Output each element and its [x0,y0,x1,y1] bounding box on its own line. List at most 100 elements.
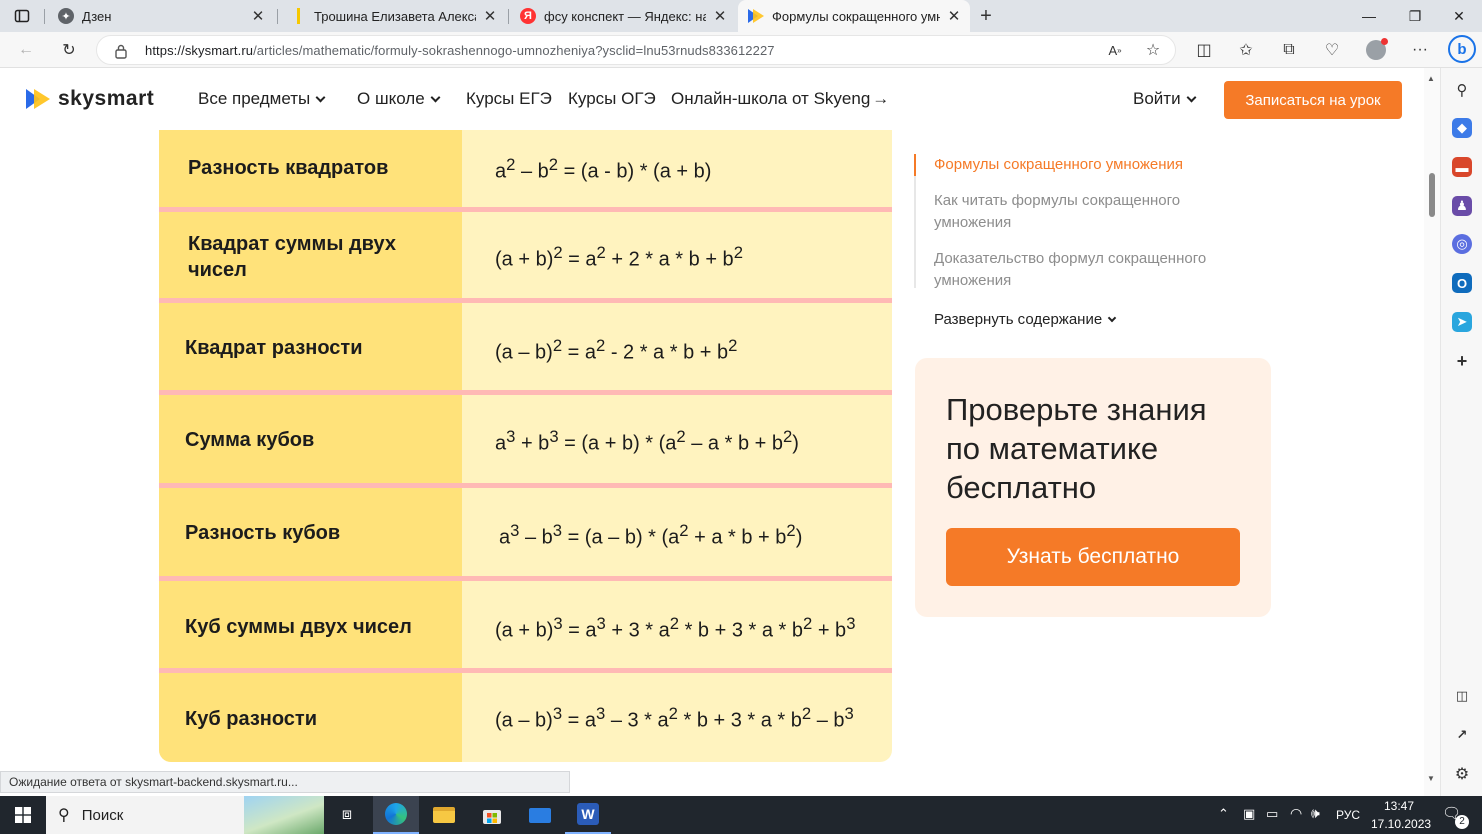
add-sidebar-app-icon[interactable]: + [1452,351,1472,371]
tab-dzen[interactable]: ✦ Дзен ✕ [48,0,274,32]
browser-status-bar: Ожидание ответа от skysmart-backend.skys… [0,771,570,793]
close-tab-icon[interactable]: ✕ [250,7,266,25]
skysmart-logo-icon [26,89,50,109]
table-row: Квадрат суммы двух чисел (a + b)2 = a2 +… [159,212,892,297]
favorites-icon[interactable]: ✩ [1234,38,1258,62]
back-icon[interactable]: ← [14,38,38,62]
clock-time[interactable]: 13:47 [1384,799,1414,813]
restore-icon[interactable]: ❐ [1392,0,1438,32]
volume-icon[interactable]: 🕪 [1311,805,1320,822]
url-text: https://skysmart.ru/articles/mathematic/… [145,43,775,58]
formula-name: Сумма кубов [185,429,315,451]
refresh-icon[interactable]: ↻ [57,38,81,62]
new-tab-icon[interactable]: + [974,4,998,28]
read-aloud-icon[interactable]: A» [1103,38,1127,62]
split-screen-icon[interactable]: ◫ [1192,38,1216,62]
page-scrollbar[interactable]: ▲ ▼ [1424,68,1440,796]
toc-item-formulas[interactable]: Формулы сокращенного умножения [934,154,1234,176]
favorite-star-icon[interactable]: ☆ [1141,38,1165,62]
book-lesson-button[interactable]: Записаться на урок [1224,81,1402,119]
close-tab-icon[interactable]: ✕ [712,7,728,25]
tab-yandex[interactable]: Я фсу конспект — Яндекс: нашлос ✕ [510,0,736,32]
scroll-up-icon[interactable]: ▲ [1427,74,1435,83]
chevron-down-icon [430,92,441,102]
close-tab-icon[interactable]: ✕ [482,7,498,25]
learn-free-button[interactable]: Узнать бесплатно [946,528,1240,586]
tab-skysmart[interactable]: Формулы сокращенного умнож ✕ [738,0,970,32]
settings-gear-icon[interactable]: ⚙ [1452,764,1472,784]
outlook-icon[interactable]: O [1452,273,1472,293]
nav-ege-courses[interactable]: Курсы ЕГЭ [466,89,552,109]
store-icon[interactable] [469,796,515,834]
chevron-down-icon [315,92,326,102]
mail-icon[interactable] [517,796,563,834]
task-view-icon[interactable]: ⧈ [325,796,369,834]
promo-title: Проверьте знания по математике бесплатно [946,392,1207,505]
skysmart-logo[interactable]: skysmart [26,87,154,111]
collections-icon[interactable]: ⧉ [1277,38,1301,62]
table-row: Сумма кубов a3 + b3 = (a + b) * (a2 – a … [159,395,892,483]
wifi-icon[interactable]: ◠ [1290,805,1302,822]
minimize-icon[interactable]: — [1346,0,1392,32]
search-icon[interactable]: ⚲ [1452,80,1472,100]
nav-about-school[interactable]: О школе [357,89,441,109]
open-external-icon[interactable]: ↗ [1452,725,1472,745]
table-row: Куб суммы двух чисел (a + b)3 = a3 + 3 *… [159,581,892,668]
close-window-icon[interactable]: ✕ [1436,0,1482,32]
scroll-thumb[interactable] [1429,173,1435,217]
toc-item-how-to-read[interactable]: Как читать формулы сокращенного умножени… [934,190,1224,234]
formula-expression: (a + b)3 = a3 + 3 * a2 * b + 3 * a * b2 … [495,614,856,642]
office-icon[interactable]: ◎ [1452,234,1472,254]
battery-icon[interactable]: ▭ [1266,806,1278,822]
performance-icon[interactable]: ♡ [1320,38,1344,62]
tab-actions-icon[interactable] [10,4,34,28]
file-explorer-icon[interactable] [421,796,467,834]
address-bar[interactable]: https://skysmart.ru/articles/mathematic/… [96,35,1176,65]
toc-item-proof[interactable]: Доказательство формул сокращенного умнож… [934,248,1234,292]
close-tab-icon[interactable]: ✕ [946,7,962,25]
browser-toolbar: ← ↻ https://skysmart.ru/articles/mathema… [0,32,1482,68]
browser-tab-strip: ✦ Дзен ✕ Трошина Елизавета Александро ✕ … [0,0,1482,32]
telegram-send-icon[interactable]: ➤ [1452,312,1472,332]
formula-name: Разность кубов [185,522,341,544]
clock-date[interactable]: 17.10.2023 [1371,817,1431,831]
nav-online-school[interactable]: Онлайн-школа от Skyeng → [671,89,889,109]
yandex-icon: Я [520,8,536,24]
language-indicator[interactable]: РУС [1336,808,1360,822]
toc-expand-button[interactable]: Развернуть содержание [934,311,1117,328]
profile-avatar-icon[interactable] [1364,38,1388,62]
scroll-down-icon[interactable]: ▼ [1427,774,1435,783]
nav-all-subjects[interactable]: Все предметы [198,89,326,109]
login-link[interactable]: Войти [1133,89,1197,109]
formula-name: Разность квадратов [188,157,389,179]
formula-expression: a2 – b2 = (a - b) * (a + b) [495,155,712,183]
sidebar-layout-icon[interactable]: ◫ [1452,686,1472,706]
bing-copilot-icon[interactable]: b [1448,35,1476,63]
windows-start-icon[interactable] [0,796,46,834]
nav-oge-courses[interactable]: Курсы ОГЭ [568,89,656,109]
table-row: Разность кубов a3 – b3 = (a – b) * (a2 +… [159,488,892,576]
taskbar-search[interactable]: ⚲ Поиск [46,796,324,834]
formula-name: Квадрат суммы двух чисел [188,233,396,281]
edge-taskbar-icon[interactable] [373,796,419,834]
meet-now-icon[interactable]: ▣ [1243,806,1255,822]
tray-chevron-up-icon[interactable]: ⌃ [1218,806,1229,822]
more-menu-icon[interactable]: ··· [1408,38,1432,62]
tools-briefcase-icon[interactable]: ▬ [1452,157,1472,177]
word-icon[interactable]: W [565,796,611,834]
windows-taskbar: ⚲ Поиск ⧈ W ⌃ ▣ ▭ ◠ 🕪 РУС 13:47 17.10.20… [0,796,1482,834]
promo-card: Проверьте знания по математике бесплатно… [915,358,1271,617]
formula-expression: (a – b)2 = a2 - 2 * a * b + b2 [495,336,738,364]
dzen-icon: ✦ [58,8,74,24]
chevron-down-icon [1186,92,1197,102]
doc-icon [290,8,306,24]
arrow-right-icon: → [872,89,890,108]
notifications-count: 2 [1455,815,1469,829]
shopping-tag-icon[interactable]: ◆ [1452,118,1472,138]
table-row: Куб разности (a – b)3 = a3 – 3 * a2 * b … [159,673,892,762]
skysmart-favicon-icon [748,8,764,24]
toc-active-indicator [914,154,916,176]
formula-expression: a3 – b3 = (a – b) * (a2 + a * b + b2) [499,521,803,549]
games-icon[interactable]: ♟ [1452,196,1472,216]
tab-troshina[interactable]: Трошина Елизавета Александро ✕ [280,0,506,32]
